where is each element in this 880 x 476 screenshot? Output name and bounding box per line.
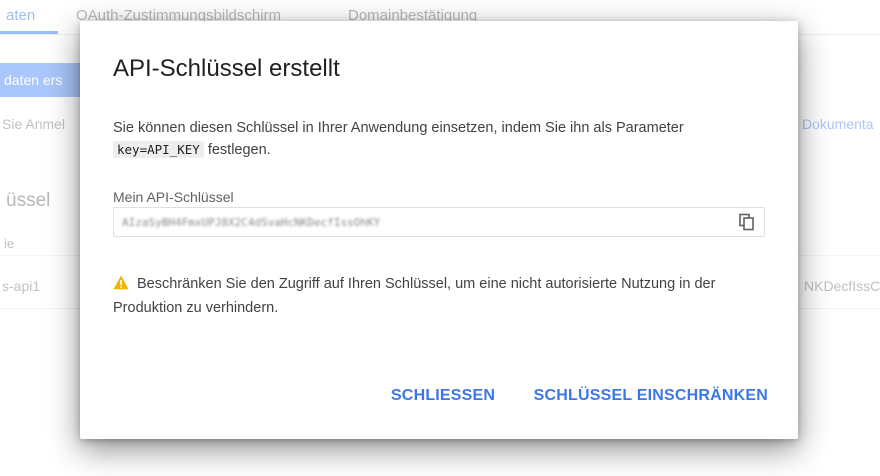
api-key-field	[113, 207, 765, 237]
background-hint-text: Sie Anmel	[2, 116, 66, 132]
close-button[interactable]: SCHLIESSEN	[391, 387, 495, 405]
dialog-actions: SCHLIESSEN SCHLÜSSEL EINSCHRÄNKEN	[357, 387, 768, 405]
api-key-input[interactable]	[122, 214, 712, 230]
dialog-description: Sie können diesen Schlüssel in Ihrer Anw…	[113, 117, 713, 161]
documentation-link[interactable]: Dokumenta	[802, 116, 874, 132]
dialog-title: API-Schlüssel erstellt	[113, 55, 340, 82]
description-text: Sie können diesen Schlüssel in Ihrer Anw…	[113, 120, 684, 136]
active-tab-indicator	[0, 31, 58, 34]
column-header-name: ie	[4, 236, 15, 251]
description-text-end: festlegen.	[207, 142, 271, 158]
param-code: key=API_KEY	[113, 141, 204, 158]
warning-text: Beschränken Sie den Zugriff auf Ihren Sc…	[113, 276, 716, 316]
restrict-key-button[interactable]: SCHLÜSSEL EINSCHRÄNKEN	[534, 387, 768, 405]
restriction-warning: Beschränken Sie den Zugriff auf Ihren Sc…	[113, 273, 733, 319]
api-keys-section-title: üssel	[6, 190, 51, 211]
tab-credentials[interactable]: aten	[6, 7, 35, 24]
table-row-name[interactable]: s-api1	[2, 278, 40, 294]
copy-icon[interactable]	[738, 213, 756, 231]
warning-triangle-icon	[113, 275, 129, 297]
api-key-label: Mein API-Schlüssel	[113, 189, 234, 205]
api-key-created-dialog: API-Schlüssel erstellt Sie können diesen…	[80, 21, 798, 439]
table-row-key: NKDecfIssC	[804, 278, 880, 294]
